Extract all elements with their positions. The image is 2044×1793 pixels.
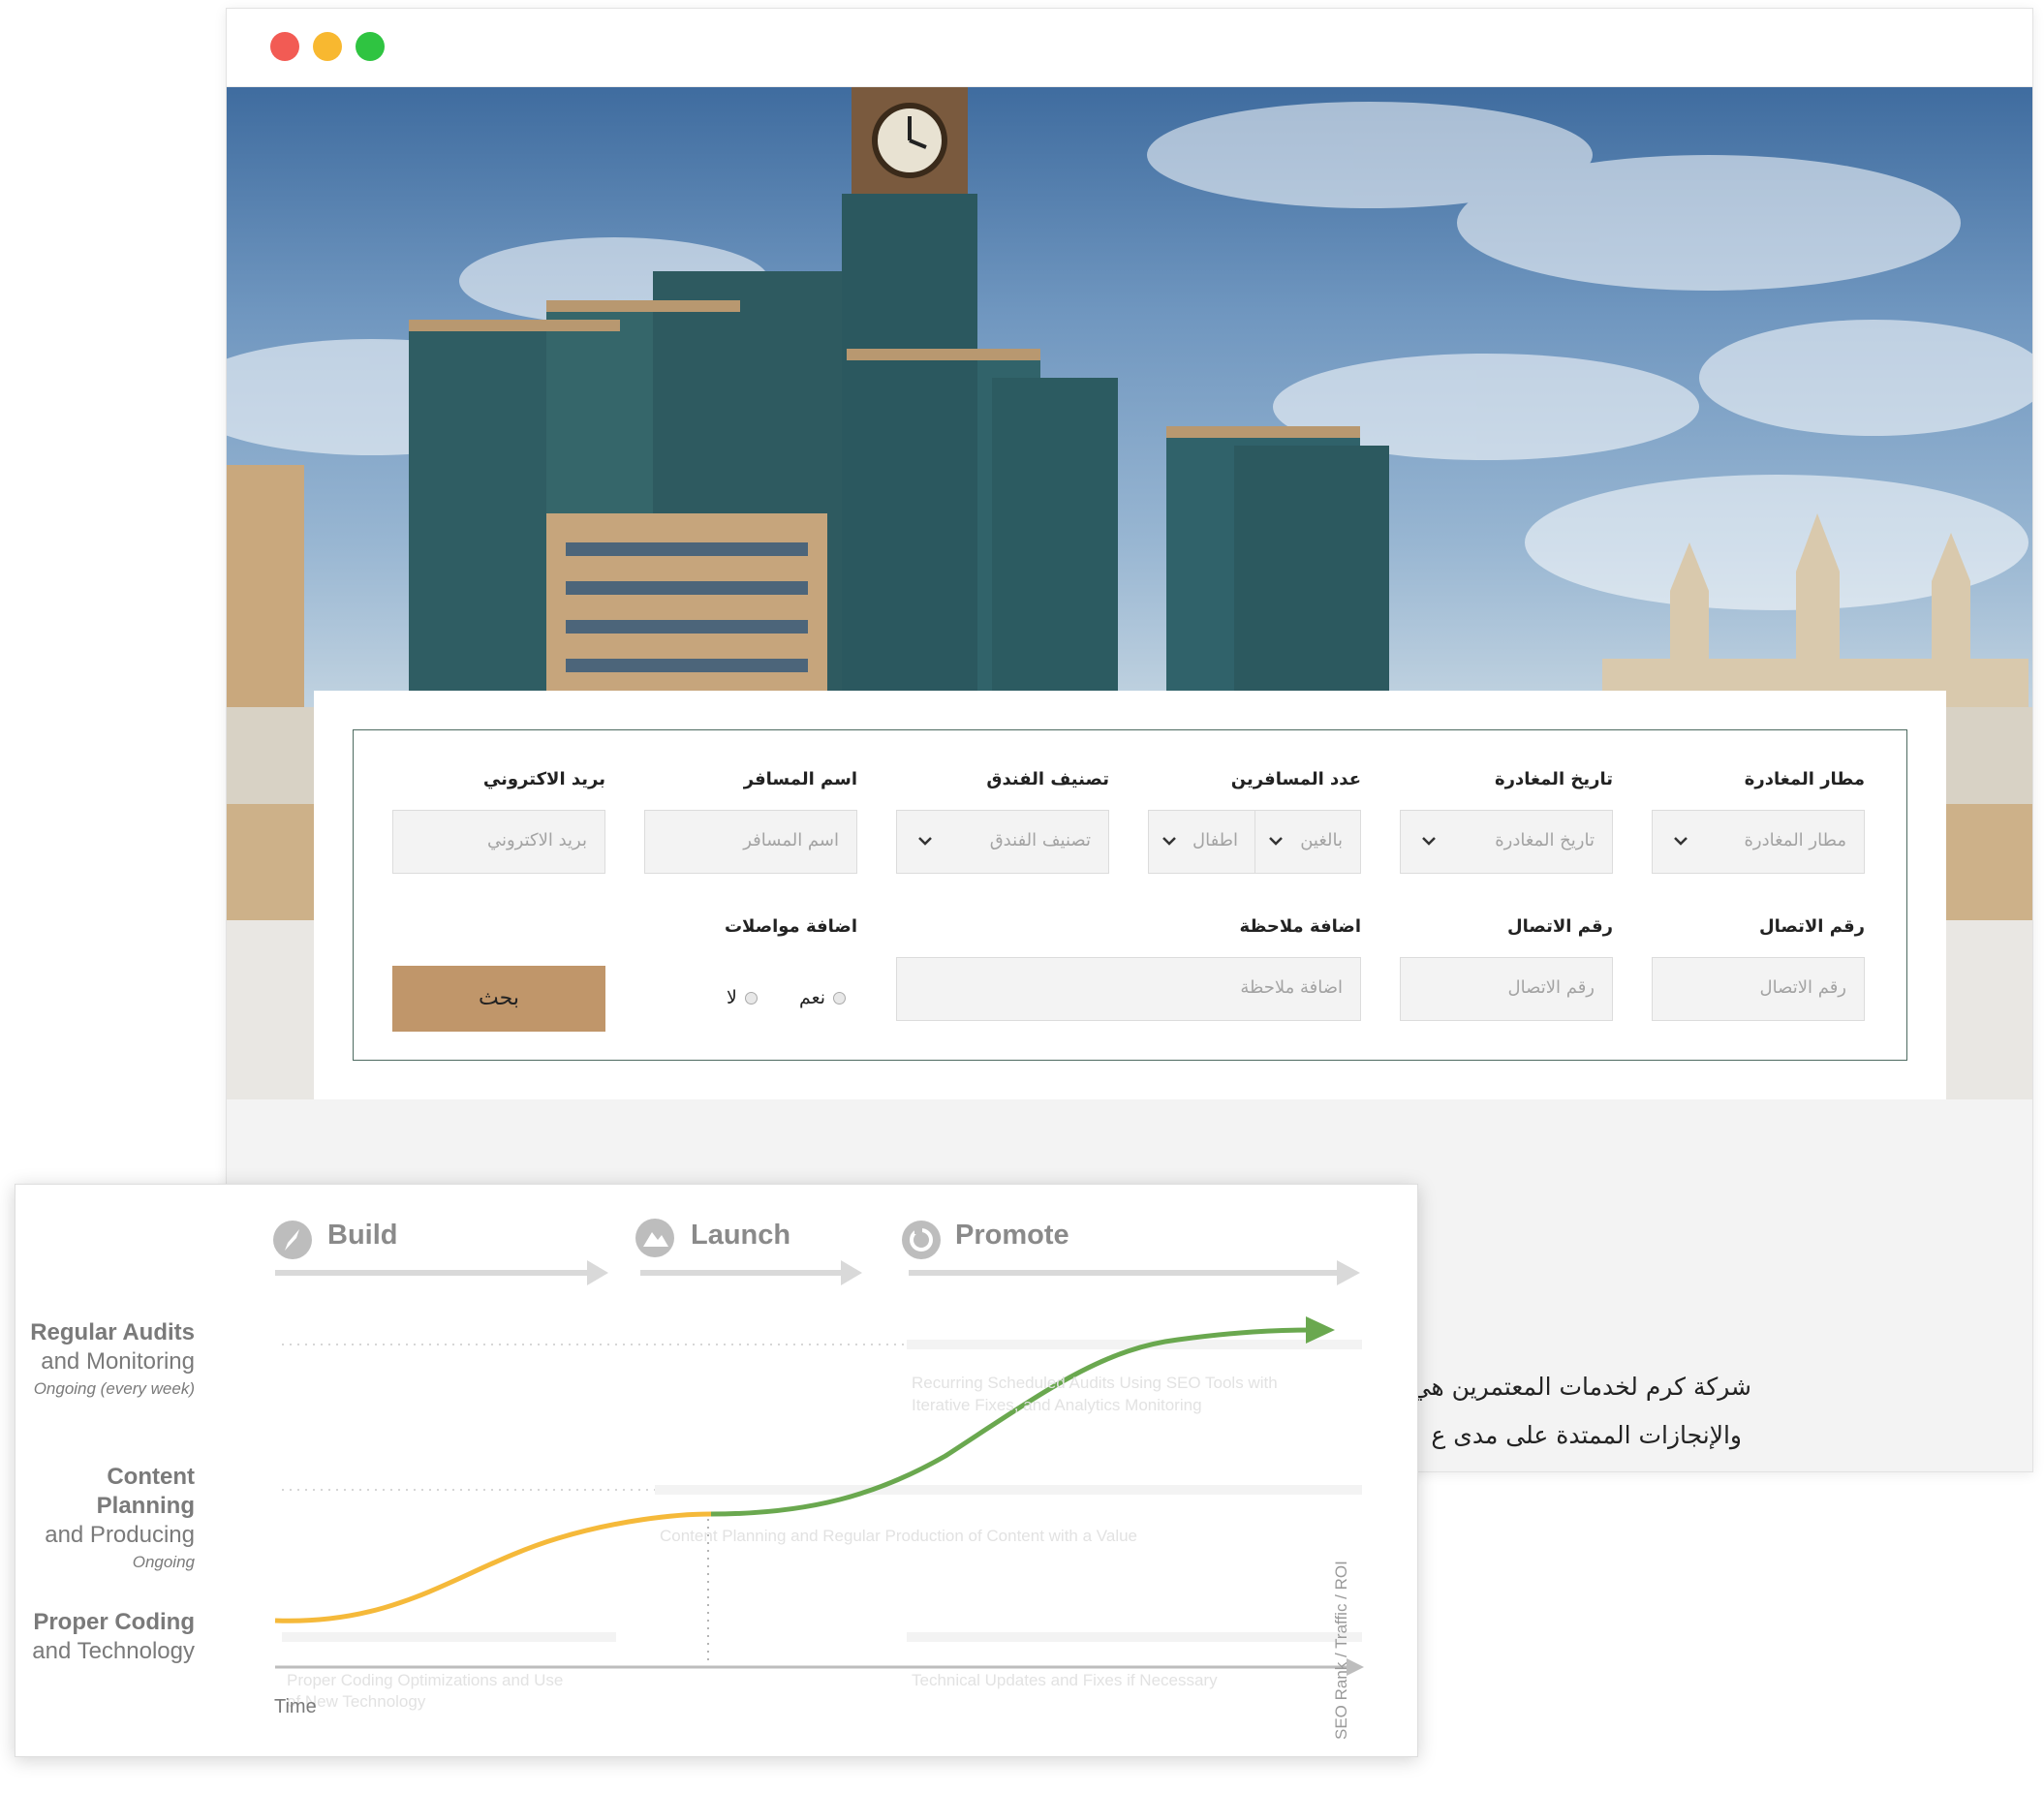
coding-bar-promote xyxy=(907,1632,1362,1642)
content-bar xyxy=(655,1485,1362,1495)
coding-caption-c: Technical Updates and Fixes if Necessary xyxy=(912,1671,1218,1689)
phase-build-label: Build xyxy=(327,1220,398,1251)
booking-form-card: مطار المغادرة مطار المغادرة تاريخ المغاد… xyxy=(314,691,1946,1099)
minimize-window-button[interactable] xyxy=(313,32,342,61)
phase-promote-label: Promote xyxy=(955,1220,1069,1251)
note-label: اضافة ملاحظة xyxy=(1239,916,1361,937)
chevron-down-icon xyxy=(1162,837,1176,846)
phone-placeholder-2: رقم الاتصال xyxy=(1507,977,1595,998)
chevron-down-icon xyxy=(1674,837,1688,846)
radio-yes[interactable] xyxy=(833,992,847,1005)
phone-input-1[interactable]: رقم الاتصال xyxy=(1652,957,1865,1021)
coding-bar-build xyxy=(282,1632,616,1642)
radio-no[interactable] xyxy=(744,992,758,1005)
travelers-count-group: بالغين اطفال xyxy=(1148,810,1361,874)
row-subtitle-content: Ongoing xyxy=(132,1553,195,1571)
children-select[interactable]: اطفال xyxy=(1149,811,1254,873)
search-button[interactable]: بحث xyxy=(392,966,605,1032)
travelers-count-label: عدد المسافرين xyxy=(1230,769,1361,789)
phone-input-2[interactable]: رقم الاتصال xyxy=(1400,957,1613,1021)
transport-no-option[interactable]: لا xyxy=(727,987,758,1008)
hotel-rating-label: تصنيف الفندق xyxy=(986,769,1109,789)
phase-launch-label: Launch xyxy=(691,1220,791,1251)
note-placeholder: اضافة ملاحظة xyxy=(1240,977,1343,998)
row-title2-content: and Producing xyxy=(45,1522,195,1548)
phase-arrows xyxy=(275,1260,1360,1285)
build-growth-curve xyxy=(274,1511,712,1623)
launch-arrowhead xyxy=(841,1260,862,1285)
email-placeholder: بريد الاكتروني xyxy=(486,830,587,850)
x-axis-label: Time xyxy=(274,1696,317,1717)
departure-date-select[interactable]: تاريخ المغادرة xyxy=(1400,810,1613,874)
email-input[interactable]: بريد الاكتروني xyxy=(392,810,605,874)
refresh-icon xyxy=(902,1221,941,1259)
build-arrowhead xyxy=(587,1260,608,1285)
booking-form: مطار المغادرة مطار المغادرة تاريخ المغاد… xyxy=(353,729,1907,1061)
maximize-window-button[interactable] xyxy=(356,32,385,61)
hotel-rating-select[interactable]: تصنيف الفندق xyxy=(896,810,1109,874)
departure-airport-placeholder: مطار المغادرة xyxy=(1744,830,1846,850)
traveler-name-label: اسم المسافر xyxy=(743,769,857,789)
row-label-content: Content Planning and Producing Ongoing xyxy=(15,1463,195,1575)
transport-no-label: لا xyxy=(727,987,737,1008)
row-label-coding: Proper Coding and Technology xyxy=(32,1608,195,1666)
coding-caption-a: Proper Coding Optimizations and Use xyxy=(287,1671,564,1689)
content-caption: Content Planning and Regular Production … xyxy=(660,1527,1138,1545)
phone-label-2: رقم الاتصال xyxy=(1507,916,1613,937)
mountain-icon xyxy=(635,1219,674,1257)
row-title-content: Content Planning xyxy=(96,1464,195,1519)
chevron-down-icon xyxy=(1422,837,1436,846)
adults-select[interactable]: بالغين xyxy=(1254,811,1360,873)
departure-date-label: تاريخ المغادرة xyxy=(1494,769,1613,789)
transport-label: اضافة مواصلات xyxy=(724,916,857,937)
children-placeholder: اطفال xyxy=(1192,830,1238,850)
y-axis-label: SEO Rank / Traffic / ROI xyxy=(1332,1561,1350,1740)
hotel-rating-placeholder: تصنيف الفندق xyxy=(989,830,1091,850)
audits-caption-a: Recurring Scheduled Audits Using SEO Too… xyxy=(912,1374,1278,1392)
traveler-name-input[interactable]: اسم المسافر xyxy=(644,810,857,874)
row-label-audits: Regular Audits and Monitoring Ongoing (e… xyxy=(30,1318,195,1402)
departure-airport-label: مطار المغادرة xyxy=(1744,769,1865,789)
email-label: بريد الاكتروني xyxy=(482,769,605,789)
note-input[interactable]: اضافة ملاحظة xyxy=(896,957,1361,1021)
row-title2-audits: and Monitoring xyxy=(41,1348,195,1375)
chevron-down-icon xyxy=(918,837,932,846)
about-text-line-1: شركة كرم لخدمات المعتمرين هي xyxy=(1410,1373,1751,1401)
adults-placeholder: بالغين xyxy=(1300,830,1343,850)
transport-yes-label: نعم xyxy=(799,987,826,1008)
hero-image: مطار المغادرة مطار المغادرة تاريخ المغاد… xyxy=(227,87,2032,1099)
phone-placeholder-1: رقم الاتصال xyxy=(1759,977,1846,998)
departure-airport-select[interactable]: مطار المغادرة xyxy=(1652,810,1865,874)
select-divider xyxy=(1254,811,1255,873)
phone-label-1: رقم الاتصال xyxy=(1759,916,1865,937)
row-title2-coding: and Technology xyxy=(32,1638,195,1664)
traveler-name-placeholder: اسم المسافر xyxy=(743,830,839,850)
transport-yes-option[interactable]: نعم xyxy=(799,987,847,1008)
departure-date-placeholder: تاريخ المغادرة xyxy=(1495,830,1595,850)
about-text-line-2: والإنجازات الممتدة على مدى ع xyxy=(1431,1421,1742,1449)
row-subtitle-audits: Ongoing (every week) xyxy=(33,1379,195,1398)
audits-caption-b: Iterative Fixes, and Analytics Monitorin… xyxy=(912,1396,1202,1414)
chevron-down-icon xyxy=(1269,837,1283,846)
seo-process-chart: Build Launch Promote Regular Audits and … xyxy=(15,1184,1418,1757)
compass-icon xyxy=(273,1221,312,1259)
window-titlebar xyxy=(227,9,2032,87)
promote-arrowhead xyxy=(1337,1260,1360,1285)
row-title-audits: Regular Audits xyxy=(30,1319,195,1345)
row-title-coding: Proper Coding xyxy=(33,1609,195,1635)
growth-arrowhead xyxy=(1306,1316,1335,1344)
close-window-button[interactable] xyxy=(270,32,299,61)
